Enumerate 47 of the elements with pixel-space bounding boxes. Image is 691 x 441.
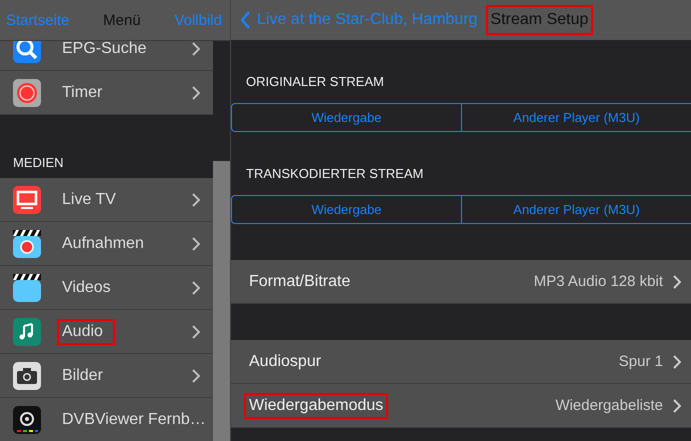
row-value: Spur 1 [618,353,663,370]
row-label: Wiedergabemodus [244,392,388,418]
menu-item[interactable]: Audio [0,310,213,354]
item-label: DVBViewer Fernb… [61,410,207,430]
settings-row[interactable]: Wiedergabemodus Wiedergabeliste [231,384,691,428]
section-header: ORIGINALER STREAM [245,74,385,91]
item-label: Timer [61,82,104,102]
remote-control-icon [13,406,41,434]
item-label: Videos [61,278,112,298]
item-label: Aufnahmen [61,234,145,254]
settings-row[interactable]: Format/Bitrate MP3 Audio 128 kbit [231,260,691,304]
segment-button[interactable]: Wiedergabe [232,196,461,223]
tv-icon [13,186,41,214]
item-label: Bilder [61,366,104,386]
segment-button[interactable]: Anderer Player (M3U) [461,196,691,223]
item-label: EPG-Suche [61,41,148,58]
menu-item[interactable]: Aufnahmen [0,222,213,266]
row-value: MP3 Audio 128 kbit [534,273,663,290]
back-icon [241,11,251,29]
chevron-icon [673,354,681,368]
scrollbar-thumb[interactable] [213,161,230,441]
clapper-icon [13,274,41,302]
music-note-icon [13,318,41,346]
record-icon [13,78,41,106]
section-header: TRANSKODIERTER STREAM [245,166,424,183]
menu-item[interactable]: EPG-Suche [0,41,213,71]
row-label: Audiospur [248,352,322,372]
chevron-icon [673,274,681,288]
menu-item[interactable]: Videos [0,266,213,310]
segment-button[interactable]: Wiedergabe [232,104,461,131]
page-title: Stream Setup [486,5,594,35]
menu-item[interactable]: Timer [0,71,213,115]
search-icon [13,41,41,62]
menu-title: Menü [103,12,141,28]
row-label: Format/Bitrate [248,272,352,292]
chevron-icon [673,398,681,412]
row-value: Wiedergabeliste [555,397,663,414]
segment-button[interactable]: Anderer Player (M3U) [461,104,691,131]
menu-item[interactable]: Live TV [0,178,213,222]
menu-item[interactable]: Bilder [0,354,213,398]
item-label: Audio [57,318,115,344]
settings-row[interactable]: Audiospur Spur 1 [231,340,691,384]
item-label: Live TV [61,190,117,210]
clapper-record-icon [13,230,41,258]
menu-item[interactable]: DVBViewer Fernb… [0,398,213,441]
section-header: MEDIEN [12,155,65,172]
camera-icon [13,362,41,390]
